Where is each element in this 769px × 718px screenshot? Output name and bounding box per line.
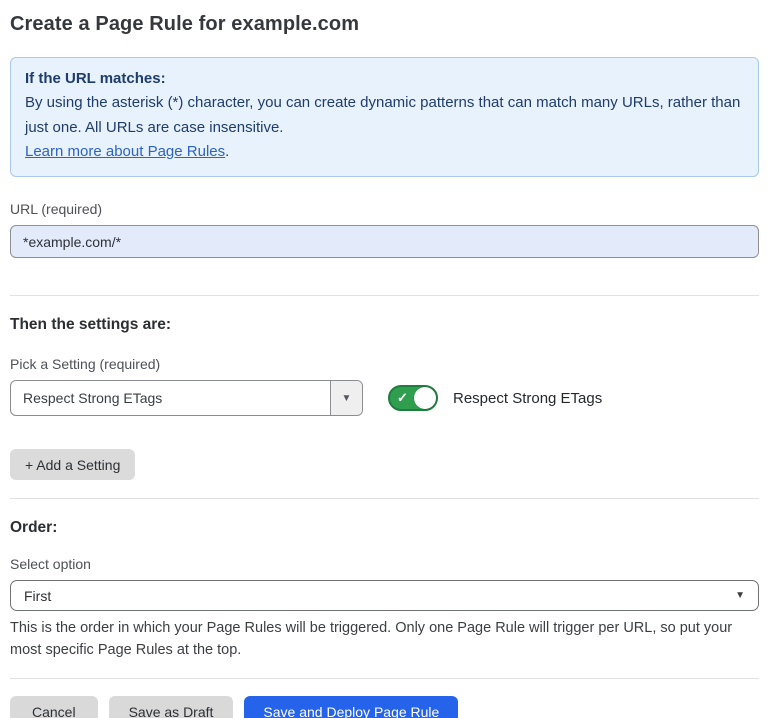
pick-setting-label: Pick a Setting (required) — [10, 356, 759, 372]
divider — [10, 678, 759, 679]
url-field-group: URL (required) — [10, 201, 759, 258]
setting-row: Respect Strong ETags ▼ ✓ Respect Strong … — [10, 380, 759, 416]
settings-section-heading: Then the settings are: — [10, 316, 759, 334]
page-title: Create a Page Rule for example.com — [10, 13, 759, 36]
info-box-link-line: Learn more about Page Rules. — [25, 140, 744, 164]
form-footer: Cancel Save as Draft Save and Deploy Pag… — [10, 678, 759, 718]
setting-toggle-group: ✓ Respect Strong ETags — [388, 385, 602, 411]
setting-select-value: Respect Strong ETags — [11, 381, 330, 415]
link-period: . — [225, 143, 229, 160]
save-and-deploy-button[interactable]: Save and Deploy Page Rule — [244, 696, 458, 718]
info-box-heading: If the URL matches: — [25, 67, 744, 91]
order-section-heading: Order: — [10, 519, 759, 537]
chevron-down-icon[interactable]: ▼ — [330, 381, 362, 415]
page-rule-form: Create a Page Rule for example.com If th… — [0, 0, 769, 718]
url-match-info-box: If the URL matches: By using the asteris… — [10, 57, 759, 177]
footer-buttons: Cancel Save as Draft Save and Deploy Pag… — [10, 696, 759, 718]
check-icon: ✓ — [397, 390, 408, 406]
url-input[interactable] — [10, 225, 759, 258]
order-select[interactable]: First ▼ — [10, 580, 759, 611]
order-select-value: First — [24, 588, 735, 604]
url-field-label: URL (required) — [10, 201, 759, 217]
add-setting-button[interactable]: + Add a Setting — [10, 449, 135, 480]
divider — [10, 295, 759, 296]
info-box-body: By using the asterisk (*) character, you… — [25, 91, 744, 140]
toggle-knob — [414, 387, 436, 409]
setting-toggle[interactable]: ✓ — [388, 385, 438, 411]
order-select-label: Select option — [10, 556, 759, 572]
learn-more-link[interactable]: Learn more about Page Rules — [25, 143, 225, 160]
chevron-down-icon: ▼ — [735, 590, 745, 601]
save-as-draft-button[interactable]: Save as Draft — [109, 696, 234, 718]
order-help-text: This is the order in which your Page Rul… — [10, 618, 755, 662]
setting-select[interactable]: Respect Strong ETags ▼ — [10, 380, 363, 416]
cancel-button[interactable]: Cancel — [10, 696, 98, 718]
divider — [10, 498, 759, 499]
setting-toggle-label: Respect Strong ETags — [453, 390, 602, 407]
